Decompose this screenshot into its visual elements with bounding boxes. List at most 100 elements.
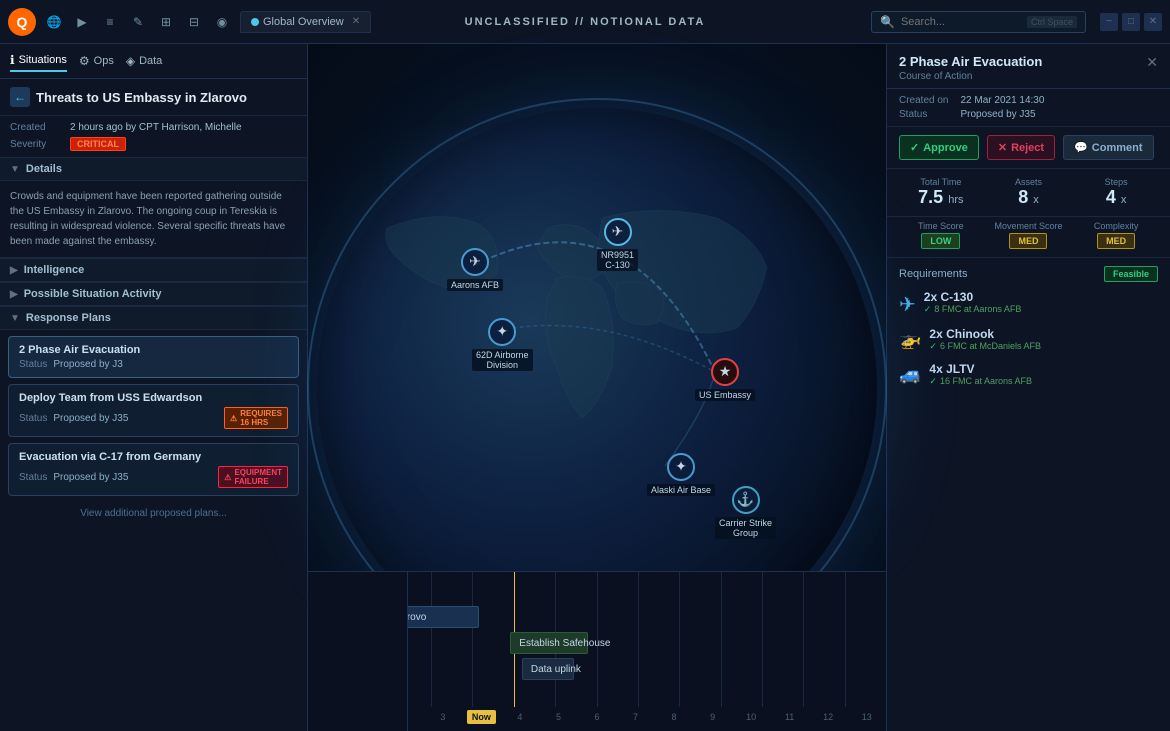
window-title: UNCLASSIFIED // NOTIONAL DATA bbox=[465, 16, 706, 28]
severity-badge: CRITICAL bbox=[70, 137, 126, 151]
time-score-badge: LOW bbox=[921, 233, 960, 249]
global-overview-tab[interactable]: Global Overview ✕ bbox=[240, 11, 371, 33]
coa-subtitle: Course of Action bbox=[899, 71, 1042, 82]
toolbar-grid-icon[interactable]: ⊞ bbox=[154, 10, 178, 34]
back-button[interactable]: ← bbox=[10, 87, 30, 107]
marker-label-alaski: Alaski Air Base bbox=[647, 484, 715, 496]
marker-aircraft[interactable]: ✈ NR9951C-130 bbox=[597, 218, 638, 271]
time-score-label: Time Score bbox=[899, 221, 983, 231]
situation-title: Threats to US Embassy in Zlarovo bbox=[36, 90, 247, 105]
req-item-1: 🚁 2x Chinook ✓6 FMC at McDaniels AFB bbox=[899, 327, 1158, 352]
toolbar-circle-icon[interactable]: ◉ bbox=[210, 10, 234, 34]
toolbar-layers-icon[interactable]: ≡ bbox=[98, 10, 122, 34]
axis-11: 11 bbox=[770, 707, 809, 731]
req-details-2: 4x JLTV ✓16 FMC at Aarons AFB bbox=[929, 362, 1032, 387]
search-input[interactable] bbox=[901, 16, 1021, 28]
app-logo: Q bbox=[8, 8, 36, 36]
marker-label-aircraft: NR9951C-130 bbox=[597, 249, 638, 271]
comment-button[interactable]: 💬 Comment bbox=[1063, 135, 1153, 160]
response-section-header[interactable]: ▼ Response Plans bbox=[0, 306, 307, 330]
plan-title-0: 2 Phase Air Evacuation bbox=[19, 344, 288, 356]
total-time-stat: Total Time 7.5 hrs bbox=[899, 177, 983, 208]
response-chevron-icon: ▼ bbox=[10, 313, 20, 324]
steps-label: Steps bbox=[1074, 177, 1158, 187]
tab-close-icon[interactable]: ✕ bbox=[352, 16, 360, 27]
approve-label: Approve bbox=[923, 142, 968, 154]
req-details-0: 2x C-130 ✓8 FMC at Aarons AFB bbox=[924, 290, 1022, 315]
plan-card-1[interactable]: Deploy Team from USS Edwardson Status Pr… bbox=[8, 384, 299, 437]
plan-card-0[interactable]: 2 Phase Air Evacuation Status Proposed b… bbox=[8, 336, 299, 378]
search-icon: 🔍 bbox=[880, 15, 895, 29]
total-time-unit: hrs bbox=[948, 194, 963, 206]
coa-header: 2 Phase Air Evacuation Course of Action … bbox=[887, 44, 1170, 89]
minimize-button[interactable]: − bbox=[1100, 13, 1118, 31]
marker-icon-carrier: ⚓ bbox=[732, 486, 760, 514]
grid-col bbox=[846, 572, 886, 707]
reject-button[interactable]: ✕ Reject bbox=[987, 135, 1055, 160]
details-section-header[interactable]: ▼ Details bbox=[0, 157, 307, 181]
toolbar-edit-icon[interactable]: ✎ bbox=[126, 10, 150, 34]
top-bar: Q 🌐 ▶ ≡ ✎ ⊞ ⊟ ◉ Global Overview ✕ UNCLAS… bbox=[0, 0, 1170, 44]
approve-button[interactable]: ✓ Approve bbox=[899, 135, 979, 160]
axis-5: 5 bbox=[539, 707, 578, 731]
axis-8: 8 bbox=[655, 707, 694, 731]
time-score-item: Time Score LOW bbox=[899, 221, 983, 249]
marker-aarons-afb[interactable]: ✈ Aarons AFB bbox=[447, 248, 503, 291]
grid-now-col bbox=[473, 572, 514, 707]
grid-col bbox=[639, 572, 680, 707]
axis-7: 7 bbox=[616, 707, 655, 731]
coa-status-label: Status bbox=[899, 109, 948, 120]
marker-icon-embassy: ★ bbox=[711, 358, 739, 386]
requirements-section: Requirements Feasible ✈ 2x C-130 ✓8 FMC … bbox=[887, 258, 1170, 731]
tab-situations[interactable]: ℹ Situations bbox=[10, 50, 67, 72]
grid-col bbox=[680, 572, 721, 707]
plan-status-value-2: Proposed by J35 bbox=[53, 472, 128, 483]
situation-header: ← Threats to US Embassy in Zlarovo bbox=[0, 79, 307, 116]
intelligence-section-header[interactable]: ▶ Intelligence bbox=[0, 258, 307, 282]
plan-status-label-0: Status bbox=[19, 359, 47, 370]
coa-close-button[interactable]: ✕ bbox=[1146, 54, 1158, 71]
tab-data[interactable]: ◈ Data bbox=[126, 51, 162, 71]
total-time-value: 7.5 hrs bbox=[899, 187, 983, 208]
close-button[interactable]: ✕ bbox=[1144, 13, 1162, 31]
marker-us-embassy[interactable]: ★ US Embassy bbox=[695, 358, 755, 401]
reject-label: Reject bbox=[1011, 142, 1044, 154]
feasible-badge: Feasible bbox=[1104, 266, 1158, 282]
marker-icon-aircraft: ✈ bbox=[604, 218, 632, 246]
ops-icon: ⚙ bbox=[79, 54, 90, 68]
situation-meta: Created 2 hours ago by CPT Harrison, Mic… bbox=[0, 116, 307, 157]
left-panel: ℹ Situations ⚙ Ops ◈ Data ← Threats to U… bbox=[0, 44, 308, 731]
plan-card-2[interactable]: Evacuation via C-17 from Germany Status … bbox=[8, 443, 299, 496]
axis-12: 12 bbox=[809, 707, 848, 731]
toolbar-globe-icon[interactable]: 🌐 bbox=[42, 10, 66, 34]
approve-check-icon: ✓ bbox=[910, 141, 919, 154]
movement-score-badge: MED bbox=[1009, 233, 1047, 249]
complexity-label: Complexity bbox=[1074, 221, 1158, 231]
maximize-button[interactable]: □ bbox=[1122, 13, 1140, 31]
view-more-link[interactable]: View additional proposed plans... bbox=[0, 502, 307, 525]
window-controls: − □ ✕ bbox=[1100, 13, 1162, 31]
requires-badge-1: ⚠ REQUIRES16 HRS bbox=[224, 407, 288, 429]
axis-6: 6 bbox=[578, 707, 617, 731]
possible-chevron-icon: ▶ bbox=[10, 289, 18, 300]
toolbar-filter-icon[interactable]: ⊟ bbox=[182, 10, 206, 34]
axis-now: Now bbox=[462, 707, 501, 731]
details-section-label: Details bbox=[26, 163, 62, 175]
marker-alaski[interactable]: ✦ Alaski Air Base bbox=[647, 453, 715, 496]
search-shortcut: Ctrl Space bbox=[1027, 16, 1077, 28]
intelligence-label: Intelligence bbox=[24, 264, 85, 276]
marker-62nd[interactable]: ✦ 62D AirborneDivision bbox=[472, 318, 533, 371]
created-value: 2 hours ago by CPT Harrison, Michelle bbox=[70, 122, 242, 133]
right-panel: 2 Phase Air Evacuation Course of Action … bbox=[886, 44, 1170, 731]
req-item-2: 🚙 4x JLTV ✓16 FMC at Aarons AFB bbox=[899, 362, 1158, 387]
data-icon: ◈ bbox=[126, 54, 135, 68]
plan-title-1: Deploy Team from USS Edwardson bbox=[19, 392, 288, 404]
toolbar-play-icon[interactable]: ▶ bbox=[70, 10, 94, 34]
marker-carrier[interactable]: ⚓ Carrier StrikeGroup bbox=[715, 486, 776, 539]
plan-title-2: Evacuation via C-17 from Germany bbox=[19, 451, 288, 463]
steps-value: 4 x bbox=[1074, 187, 1158, 208]
tab-ops[interactable]: ⚙ Ops bbox=[79, 51, 114, 71]
marker-icon-62nd: ✦ bbox=[488, 318, 516, 346]
grid-col bbox=[763, 572, 804, 707]
possible-section-header[interactable]: ▶ Possible Situation Activity bbox=[0, 282, 307, 306]
